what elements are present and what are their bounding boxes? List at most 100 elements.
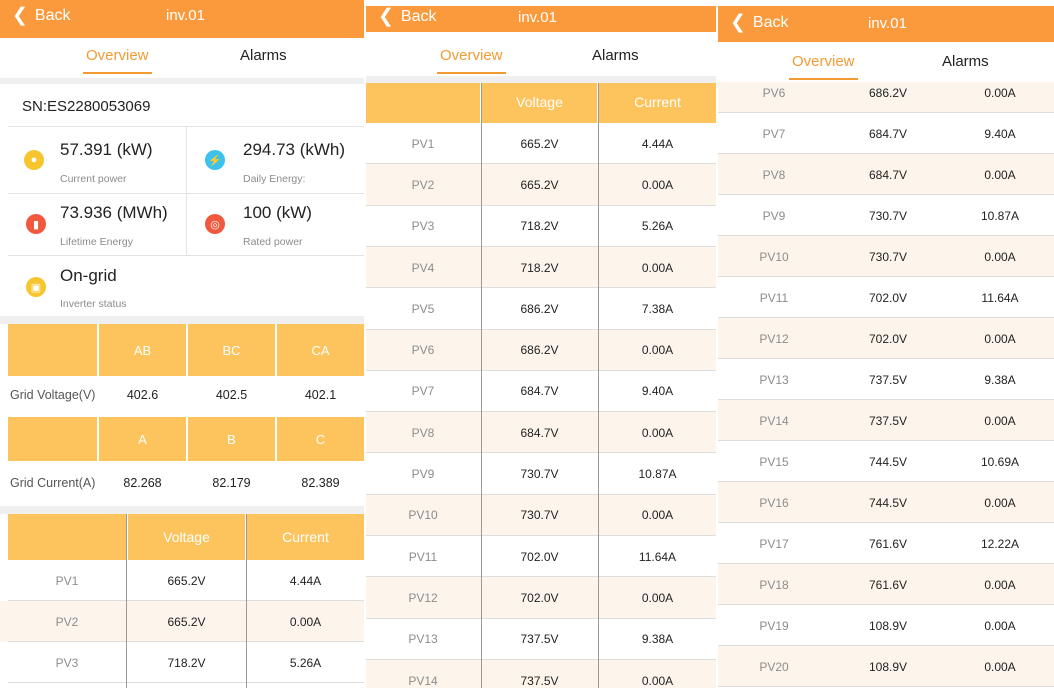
tab-alarms[interactable]: Alarms: [942, 53, 989, 70]
table-row: PV9 730.7V 10.87A: [718, 195, 1054, 236]
voltage-header: Voltage: [516, 94, 563, 110]
grid-voltage-value: 402.6: [126, 388, 159, 402]
grid-current-label: Grid Current(A): [10, 476, 96, 490]
pv-name: PV1: [55, 573, 79, 588]
table-row: PV11 702.0V 11.64A: [366, 536, 716, 577]
table-row: PV16 744.5V 0.00A: [718, 482, 1054, 523]
pv-voltage: 718.2V: [167, 655, 206, 670]
tab-alarms[interactable]: Alarms: [592, 47, 639, 64]
grid-current-value: 82.389: [301, 476, 340, 490]
pv-name: PV8: [762, 167, 786, 182]
tab-overview[interactable]: Overview: [789, 53, 858, 80]
grid-voltage-header: AB BC CA: [8, 324, 364, 376]
table-row: PV8 684.7V 0.00A: [366, 412, 716, 454]
tab-alarms-label: Alarms: [592, 47, 639, 64]
pv-voltage: 718.2V: [520, 260, 559, 275]
pv-name: PV12: [759, 331, 789, 346]
divider: [246, 514, 247, 688]
pv-current: 12.22A: [980, 536, 1020, 551]
section-divider: [0, 78, 364, 84]
serial-number: SN:ES2280053069: [22, 98, 151, 115]
pv-name: PV6: [762, 85, 786, 100]
pv-current: 5.26A: [641, 219, 674, 234]
pv-current: 0.00A: [984, 577, 1016, 592]
pv-name: PV1: [411, 136, 435, 151]
table-row: PV3 718.2V 5.26A: [366, 206, 716, 247]
pv-name: PV10: [759, 249, 789, 264]
pv-voltage: 702.0V: [868, 331, 908, 346]
back-button[interactable]: ❮ Back: [12, 6, 71, 25]
back-label: Back: [752, 13, 789, 31]
pv-name: PV13: [408, 632, 438, 647]
pv-voltage: 761.6V: [868, 577, 908, 592]
table-row: PV7 684.7V 9.40A: [718, 113, 1054, 154]
pv-voltage: 108.9V: [868, 659, 908, 674]
table-row: PV8 684.7V 0.00A: [718, 154, 1054, 195]
divider: [718, 686, 1054, 687]
pv-name: PV6: [411, 343, 435, 358]
pv-voltage: 665.2V: [520, 136, 559, 151]
pv-current: 0.00A: [984, 167, 1016, 182]
pv-voltage: 684.7V: [868, 167, 908, 182]
pv-current: 10.69A: [980, 454, 1020, 469]
table-row: PV20 108.9V 0.00A: [718, 646, 1054, 687]
back-button[interactable]: ❮ Back: [730, 13, 789, 32]
column-header: C: [315, 432, 326, 447]
table-row: PV7 684.7V 9.40A: [366, 371, 716, 412]
pv-name: PV13: [759, 372, 789, 387]
rated-power-card: ◎ 100 (kW) Rated power: [187, 194, 364, 255]
column-header: BC: [222, 343, 241, 358]
table-row: PV3 718.2V 5.26A: [0, 642, 364, 683]
lifetime-energy-label: Lifetime Energy: [60, 236, 133, 248]
pv-voltage: 718.2V: [520, 219, 559, 234]
table-row: PV1 665.2V 4.44A: [0, 560, 364, 601]
pv-current: 10.87A: [638, 467, 677, 482]
pv-name: PV3: [55, 655, 79, 670]
tab-alarms-label: Alarms: [942, 53, 989, 70]
pv-voltage: 684.7V: [520, 425, 559, 440]
table-row: PV6 686.2V 0.00A: [366, 329, 716, 371]
pv-name: PV11: [408, 549, 438, 564]
page-title: inv.01: [518, 9, 557, 26]
divider: [8, 682, 364, 683]
pv-name: PV9: [411, 467, 435, 482]
pv-voltage: 737.5V: [868, 413, 908, 428]
table-row: PV2 665.2V 0.00A: [366, 164, 716, 206]
lifetime-energy-card: ▮ 73.936 (MWh) Lifetime Energy: [0, 194, 186, 255]
tab-overview-label: Overview: [792, 53, 855, 70]
table-row: PV13 737.5V 9.38A: [718, 359, 1054, 400]
tab-alarms[interactable]: Alarms: [240, 47, 287, 64]
grid-voltage-value: 402.1: [304, 388, 337, 402]
back-button[interactable]: ❮ Back: [378, 7, 437, 26]
grid-current-value: 82.179: [212, 476, 251, 490]
pv-table-header: Voltage Current: [366, 83, 716, 123]
rated-power-label: Rated power: [243, 236, 303, 248]
table-row: PV14 737.5V 0.00A: [366, 659, 716, 688]
pv-current: 0.00A: [984, 85, 1016, 100]
pv-voltage: 737.5V: [520, 632, 559, 647]
pv-voltage: 737.5V: [868, 372, 908, 387]
pv-name: PV2: [55, 614, 79, 629]
pv-name: PV16: [759, 495, 789, 510]
pv-current: 9.38A: [641, 632, 674, 647]
grid-current-header: A B C: [8, 417, 364, 461]
divider: [481, 83, 482, 688]
column-header: AB: [133, 343, 152, 358]
tab-overview[interactable]: Overview: [437, 47, 506, 74]
rated-power-value: 100 (kW): [243, 203, 312, 222]
table-row: PV13 737.5V 9.38A: [366, 619, 716, 660]
tab-bar: Overview Alarms: [0, 38, 364, 78]
pv-name: PV8: [411, 425, 435, 440]
pv-current: 4.44A: [289, 573, 322, 588]
pv-name: PV20: [759, 659, 789, 674]
pv-voltage: 744.5V: [868, 495, 908, 510]
gauge-icon: ◎: [205, 214, 225, 234]
pv-voltage: 686.2V: [520, 343, 559, 358]
chevron-left-icon: ❮: [730, 12, 746, 33]
pv-voltage: 702.0V: [520, 590, 559, 605]
pv-current: 0.00A: [641, 343, 674, 358]
tab-overview[interactable]: Overview: [83, 47, 152, 74]
inverter-status-value: On-grid: [60, 266, 117, 285]
table-row: PV11 702.0V 11.64A: [718, 277, 1054, 318]
pv-name: PV14: [759, 413, 789, 428]
